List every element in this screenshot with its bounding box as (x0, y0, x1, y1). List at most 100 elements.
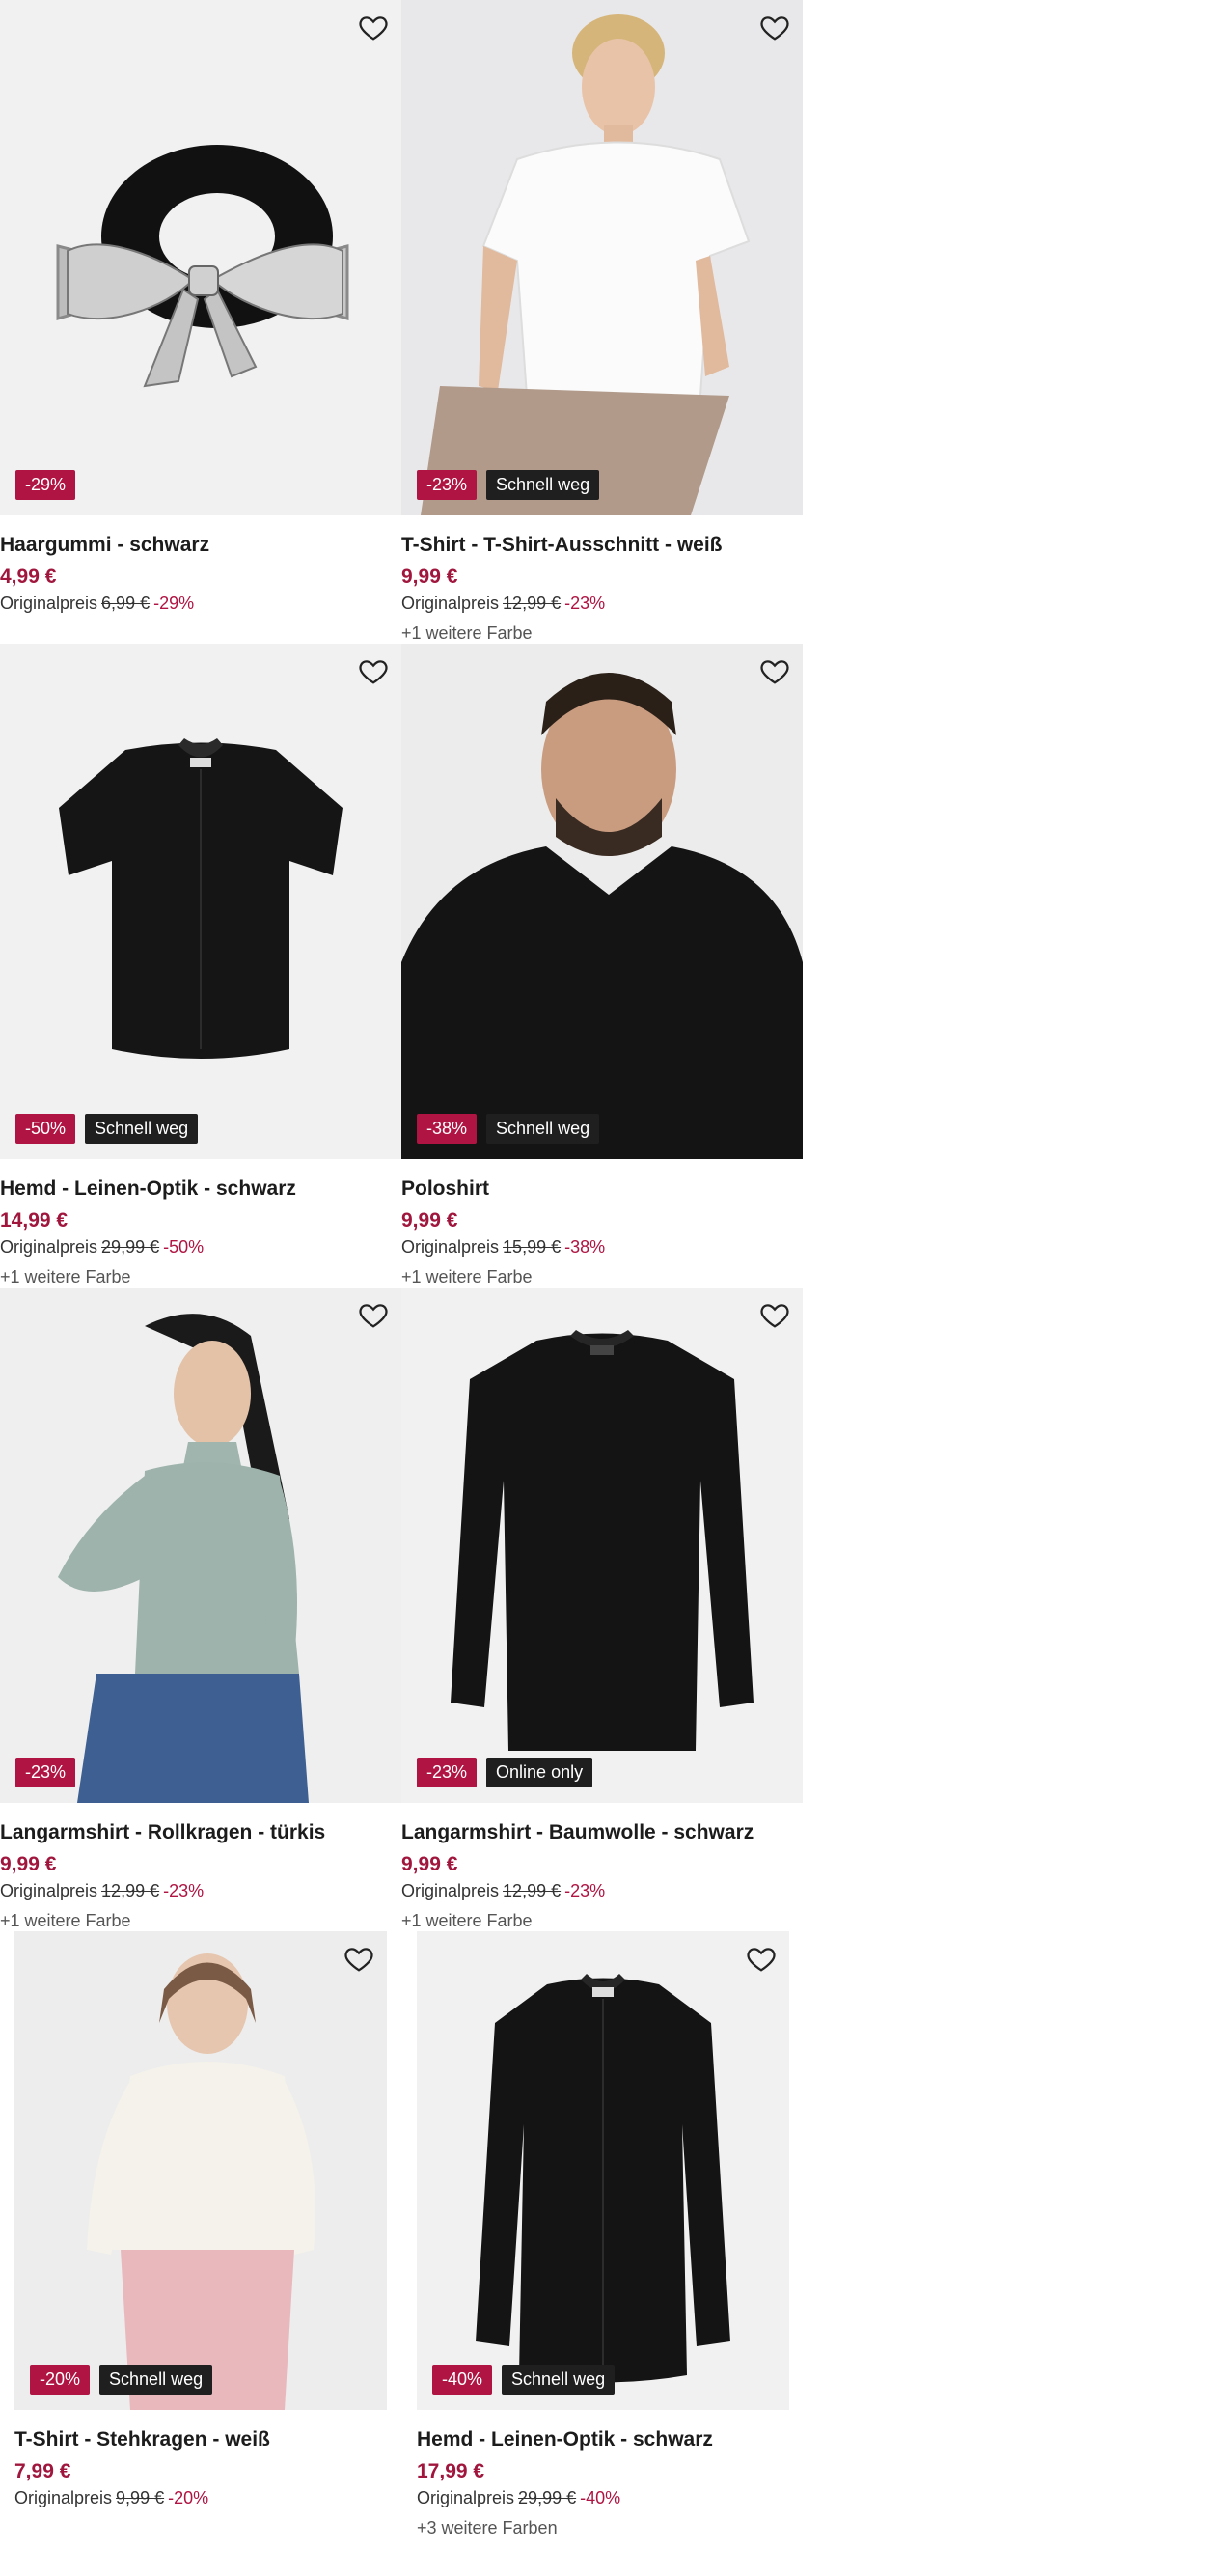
product-title[interactable]: Poloshirt (401, 1175, 803, 1204)
discount-percent: -38% (564, 1237, 606, 1257)
discount-percent: -40% (580, 2488, 621, 2507)
product-card[interactable]: -38% Schnell weg Poloshirt 9,99 € Origin… (401, 644, 803, 1289)
discount-percent: -20% (168, 2488, 209, 2507)
original-price: 9,99 € (116, 2488, 165, 2507)
model-turtleneck-image (0, 1288, 401, 1803)
original-price: 15,99 € (503, 1237, 562, 1257)
scrunchie-bow-image (56, 145, 349, 388)
product-price: 14,99 € (0, 1209, 69, 1232)
original-price-line: Originalpreis 12,99 € -23% (401, 1879, 803, 1902)
product-title[interactable]: T-Shirt - T-Shirt-Ausschnitt - weiß (401, 531, 803, 560)
product-card[interactable]: -20% Schnell weg T-Shirt - Stehkragen - … (14, 1931, 387, 2509)
wishlist-heart-icon[interactable] (758, 12, 791, 44)
product-card[interactable]: -40% Schnell weg Hemd - Leinen-Optik - s… (417, 1931, 789, 2540)
product-title[interactable]: Langarmshirt - Rollkragen - türkis (0, 1818, 401, 1847)
product-image[interactable]: -20% Schnell weg (14, 1931, 387, 2410)
model-tshirt-image (401, 0, 803, 515)
original-price-line: Originalpreis 12,99 € -23% (401, 592, 803, 615)
discount-badge: -23% (15, 1758, 76, 1787)
product-title[interactable]: Langarmshirt - Baumwolle - schwarz (401, 1818, 803, 1847)
model-poloshirt-image (401, 644, 803, 1159)
original-price: 12,99 € (503, 1881, 562, 1900)
black-longsleeve-image (451, 1330, 754, 1751)
discount-badge: -23% (417, 470, 478, 500)
original-price-label: Originalpreis (0, 1237, 98, 1257)
product-card[interactable]: -29% Haargummi - schwarz 4,99 € Original… (0, 0, 401, 615)
wishlist-heart-icon[interactable] (357, 1299, 390, 1332)
product-card[interactable]: -23% Langarmshirt - Rollkragen - türkis … (0, 1288, 401, 1933)
product-image[interactable]: -23% Online only (401, 1288, 803, 1803)
product-card[interactable]: -23% Schnell weg T-Shirt - T-Shirt-Aussc… (401, 0, 803, 646)
status-tag: Online only (486, 1758, 593, 1787)
original-price-line: Originalpreis 12,99 € -23% (0, 1879, 401, 1902)
original-price-label: Originalpreis (0, 1881, 98, 1900)
product-price: 9,99 € (0, 1853, 57, 1875)
product-price: 9,99 € (401, 1853, 458, 1875)
wishlist-heart-icon[interactable] (357, 655, 390, 688)
product-price: 7,99 € (14, 2460, 71, 2482)
discount-badge: -50% (15, 1114, 76, 1144)
more-colors-link[interactable]: +1 weitere Farbe (0, 1264, 401, 1289)
discount-percent: -23% (163, 1881, 205, 1900)
original-price: 12,99 € (101, 1881, 160, 1900)
product-image[interactable]: -23% Schnell weg (401, 0, 803, 515)
product-card[interactable]: -23% Online only Langarmshirt - Baumwoll… (401, 1288, 803, 1933)
status-tag: Schnell weg (486, 1114, 600, 1144)
model-stehkragen-image (14, 1931, 387, 2410)
original-price-label: Originalpreis (401, 1237, 500, 1257)
product-image[interactable]: -23% (0, 1288, 401, 1803)
status-tag: Schnell weg (486, 470, 600, 500)
original-price-label: Originalpreis (417, 2488, 515, 2507)
original-price-label: Originalpreis (0, 594, 98, 613)
product-image[interactable]: -29% (0, 0, 401, 515)
more-colors-link[interactable]: +1 weitere Farbe (401, 1908, 803, 1933)
product-image[interactable]: -40% Schnell weg (417, 1931, 789, 2410)
original-price-line: Originalpreis 9,99 € -20% (14, 2486, 387, 2509)
original-price: 29,99 € (101, 1237, 160, 1257)
product-image[interactable]: -38% Schnell weg (401, 644, 803, 1159)
wishlist-heart-icon[interactable] (758, 1299, 791, 1332)
status-tag: Schnell weg (502, 2365, 616, 2395)
product-card[interactable]: -50% Schnell weg Hemd - Leinen-Optik - s… (0, 644, 401, 1289)
original-price: 6,99 € (101, 594, 151, 613)
status-tag: Schnell weg (85, 1114, 199, 1144)
original-price: 12,99 € (503, 594, 562, 613)
more-colors-link[interactable]: +1 weitere Farbe (0, 1908, 401, 1933)
product-price: 9,99 € (401, 566, 458, 588)
discount-percent: -23% (564, 1881, 606, 1900)
product-image[interactable]: -50% Schnell weg (0, 644, 401, 1159)
product-price: 9,99 € (401, 1209, 458, 1232)
product-title[interactable]: Haargummi - schwarz (0, 531, 401, 560)
wishlist-heart-icon[interactable] (357, 12, 390, 44)
original-price-label: Originalpreis (401, 594, 500, 613)
wishlist-heart-icon[interactable] (745, 1943, 778, 1976)
black-linen-shirt-image (476, 1974, 730, 2383)
original-price-label: Originalpreis (14, 2488, 113, 2507)
wishlist-heart-icon[interactable] (758, 655, 791, 688)
discount-badge: -38% (417, 1114, 478, 1144)
original-price: 29,99 € (518, 2488, 577, 2507)
product-price: 17,99 € (417, 2460, 485, 2482)
discount-percent: -29% (153, 594, 195, 613)
original-price-line: Originalpreis 6,99 € -29% (0, 592, 401, 615)
more-colors-link[interactable]: +1 weitere Farbe (401, 621, 803, 646)
discount-badge: -29% (15, 470, 76, 500)
product-title[interactable]: T-Shirt - Stehkragen - weiß (14, 2425, 387, 2454)
discount-percent: -50% (163, 1237, 205, 1257)
wishlist-heart-icon[interactable] (343, 1943, 375, 1976)
product-title[interactable]: Hemd - Leinen-Optik - schwarz (0, 1175, 401, 1204)
discount-badge: -20% (30, 2365, 91, 2395)
original-price-line: Originalpreis 29,99 € -40% (417, 2486, 789, 2509)
product-price: 4,99 € (0, 566, 57, 588)
original-price-line: Originalpreis 29,99 € -50% (0, 1235, 401, 1259)
original-price-line: Originalpreis 15,99 € -38% (401, 1235, 803, 1259)
more-colors-link[interactable]: +1 weitere Farbe (401, 1264, 803, 1289)
status-tag: Schnell weg (99, 2365, 213, 2395)
discount-percent: -23% (564, 594, 606, 613)
original-price-label: Originalpreis (401, 1881, 500, 1900)
more-colors-link[interactable]: +3 weitere Farben (417, 2515, 789, 2540)
discount-badge: -40% (432, 2365, 493, 2395)
discount-badge: -23% (417, 1758, 478, 1787)
black-shirt-image (59, 738, 343, 1059)
product-title[interactable]: Hemd - Leinen-Optik - schwarz (417, 2425, 789, 2454)
